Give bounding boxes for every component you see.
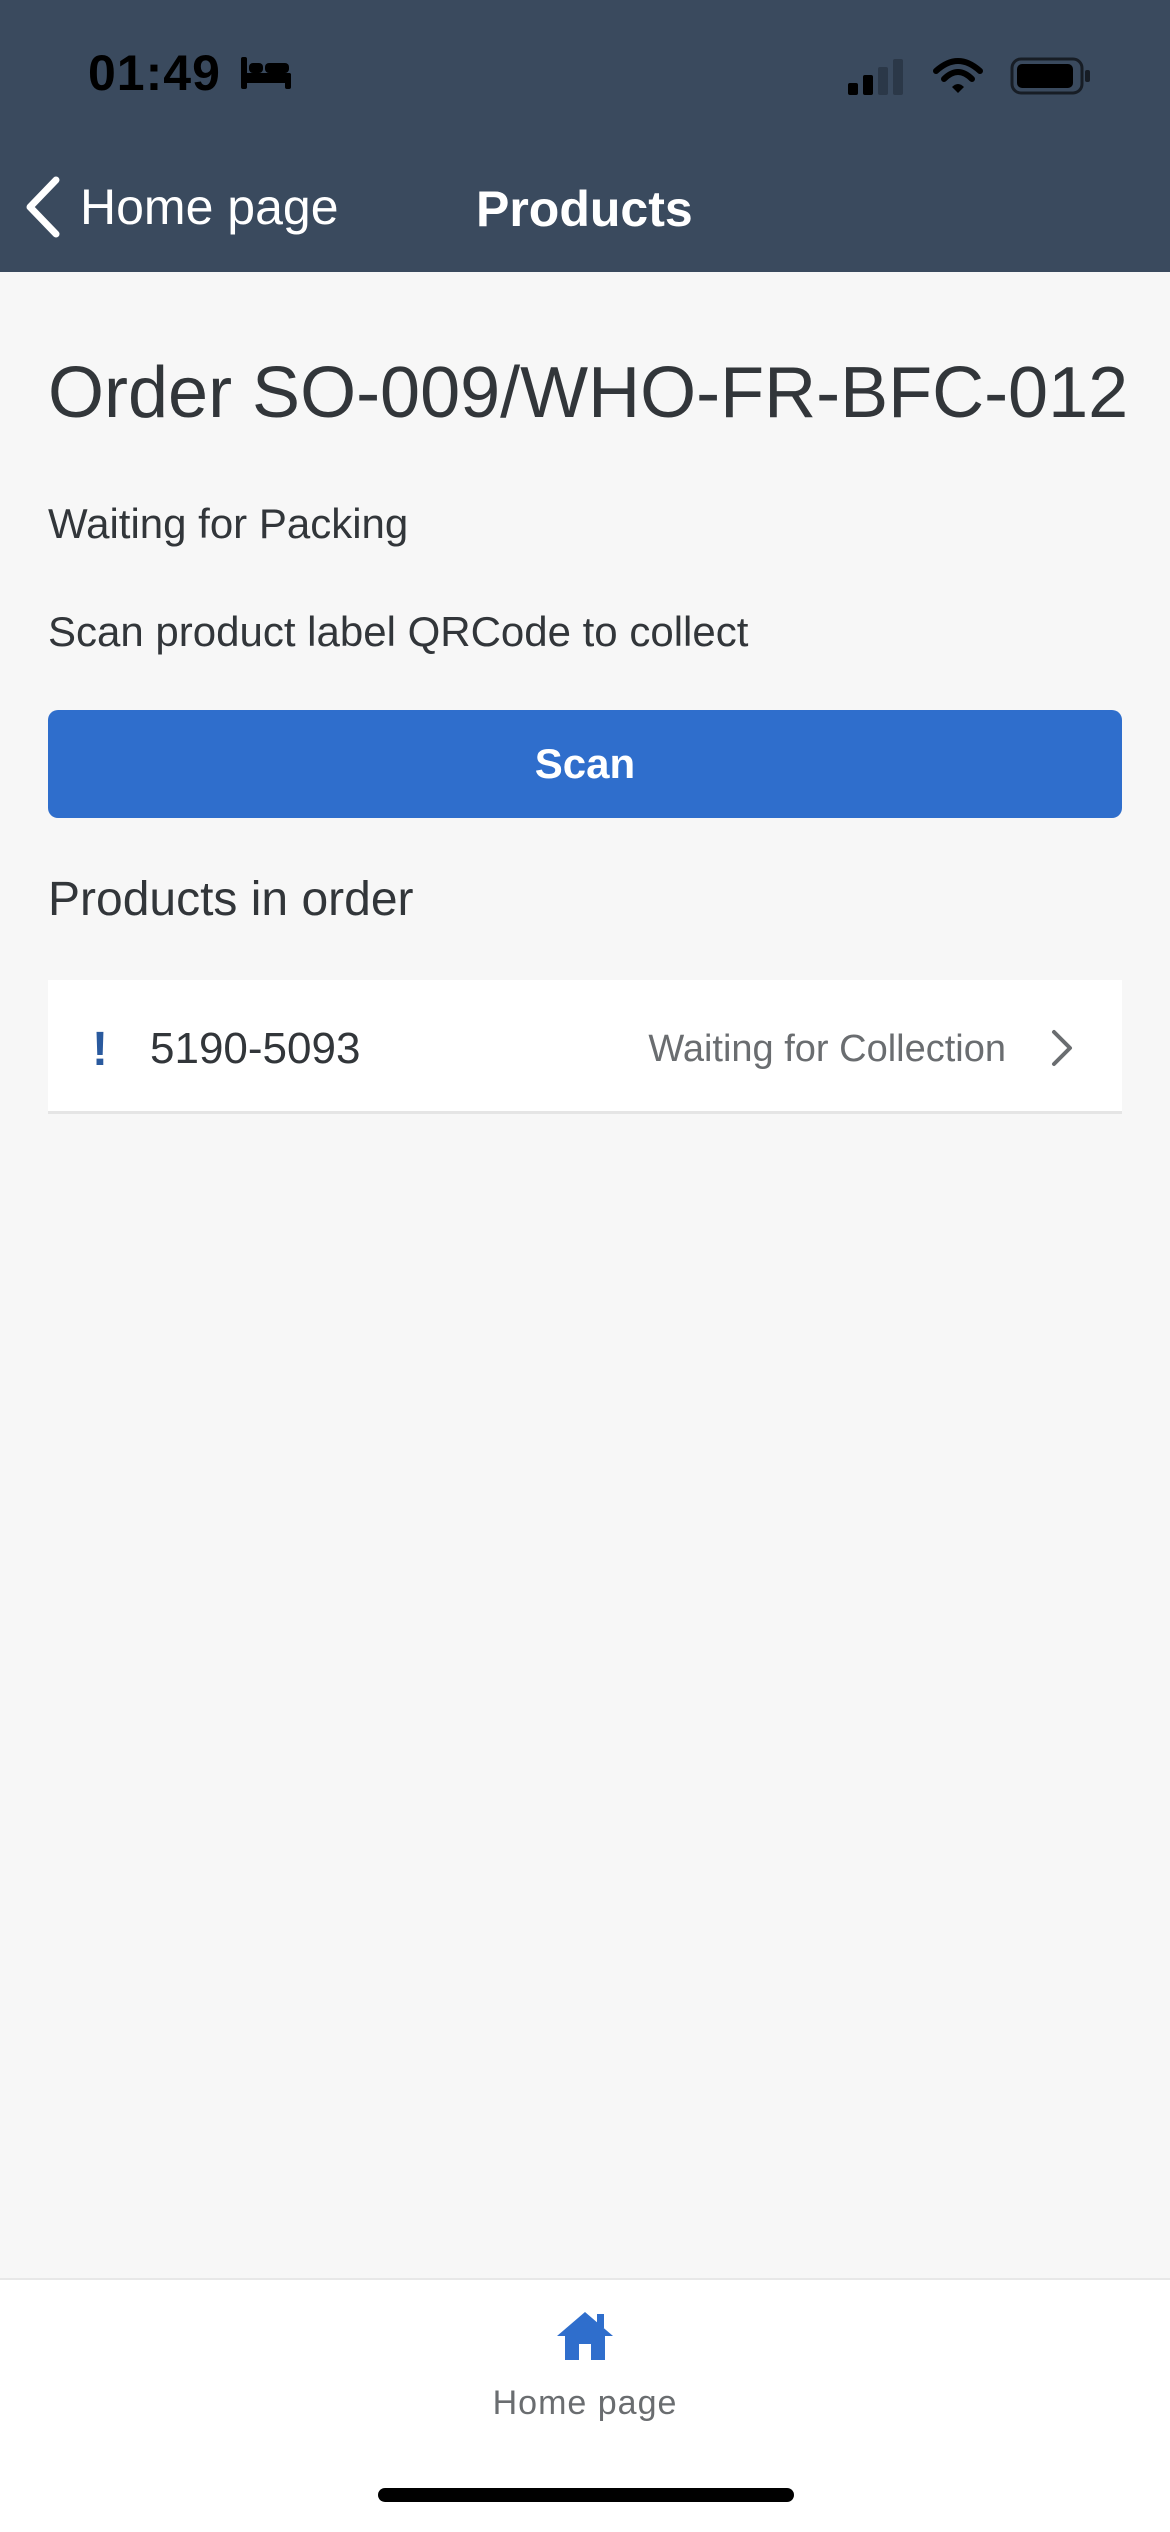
list-item[interactable]: ! 5190-5093 Waiting for Collection [48,980,1122,1111]
scan-button[interactable]: Scan [48,710,1122,818]
priority-exclamation-icon: ! [92,1023,108,1076]
page-title: Products [476,181,693,237]
order-status: Waiting for Packing [48,500,409,547]
product-id: 5190-5093 [150,1024,361,1073]
battery-icon [1010,57,1090,95]
chevron-right-icon [1052,1030,1072,1066]
product-status: Waiting for Collection [648,1028,1006,1070]
chevron-left-icon [26,176,60,238]
order-title: Order SO-009/WHO-FR-BFC-012 [48,353,1129,433]
home-icon [557,2312,613,2360]
time-text: 01:49 [88,45,221,101]
tab-home-label: Home page [492,2384,678,2422]
app-screen: 01:49 Home page Products Order SO-009/WH… [0,0,1170,2532]
products-section-title: Products in order [48,873,414,926]
back-button[interactable]: Home page [22,170,339,244]
home-indicator[interactable] [378,2488,794,2502]
scan-instruction: Scan product label QRCode to collect [48,608,749,655]
status-bar-indicators [846,56,1092,96]
header-bar: 01:49 Home page Products [0,0,1170,272]
products-list: ! 5190-5093 Waiting for Collection [48,980,1122,1114]
wifi-icon [933,58,983,93]
status-bar-time: 01:49 [88,44,293,102]
tab-home[interactable]: Home page [435,2300,735,2460]
bed-icon [240,57,291,89]
cellular-signal-icon [848,59,903,95]
back-button-label: Home page [80,179,339,235]
